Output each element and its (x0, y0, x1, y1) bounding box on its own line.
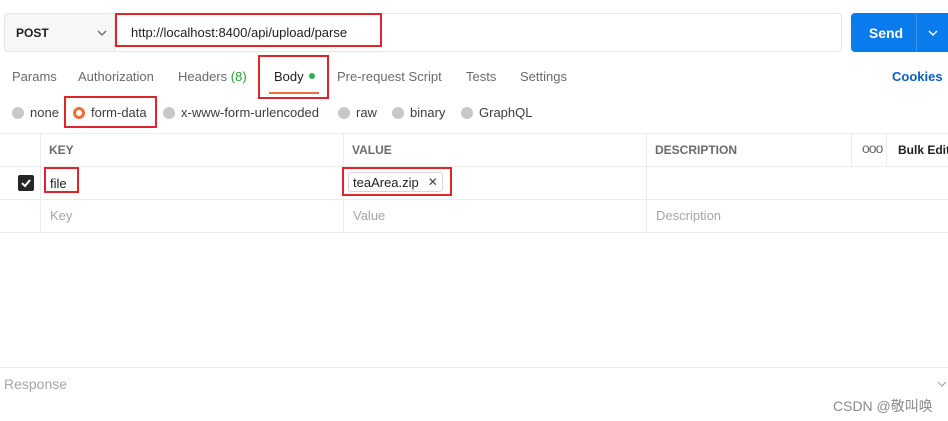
description-input[interactable]: Description (656, 208, 721, 223)
radio-icon (392, 106, 404, 119)
annotation-value-box (342, 167, 452, 196)
tab-headers[interactable]: Headers (8) (178, 69, 247, 84)
annotation-url-box (115, 13, 382, 47)
radio-raw[interactable]: raw (338, 105, 377, 120)
table-row-border (0, 199, 948, 200)
send-button[interactable]: Send (851, 13, 921, 52)
send-options-button[interactable] (916, 13, 948, 52)
radio-label: x-www-form-urlencoded (181, 105, 319, 120)
response-divider (0, 367, 948, 368)
radio-icon (163, 106, 175, 119)
radio-label: raw (356, 105, 377, 120)
method-label: POST (16, 25, 49, 40)
annotation-body-tab-box (258, 55, 329, 99)
key-input[interactable]: Key (50, 208, 72, 223)
radio-label: GraphQL (479, 105, 533, 120)
tab-params[interactable]: Params (12, 69, 57, 84)
watermark: CSDN @敬叫唤 (833, 398, 933, 414)
value-input[interactable]: Value (353, 208, 385, 223)
chevron-down-icon (97, 30, 107, 36)
radio-label: binary (410, 105, 446, 120)
bulk-edit-link[interactable]: Bulk Edit (898, 143, 948, 157)
response-panel-title[interactable]: Response (4, 376, 67, 392)
tab-authorization[interactable]: Authorization (78, 69, 154, 84)
annotation-form-data-box (64, 96, 157, 128)
method-select[interactable]: POST (4, 13, 114, 52)
tab-label: Settings (520, 69, 567, 84)
table-header-border (0, 166, 948, 167)
chevron-down-icon (927, 29, 938, 36)
headers-count: (8) (230, 69, 247, 84)
radio-label: none (30, 105, 59, 120)
column-header-key: KEY (49, 143, 74, 157)
tab-label: Params (12, 69, 57, 84)
column-header-description: DESCRIPTION (655, 143, 738, 157)
table-bottom-border (0, 232, 948, 233)
column-divider (886, 133, 887, 166)
radio-binary[interactable]: binary (392, 105, 445, 120)
tab-tests[interactable]: Tests (466, 69, 496, 84)
radio-icon (338, 106, 350, 119)
tab-pre-request-script[interactable]: Pre-request Script (337, 69, 442, 84)
chevron-down-icon[interactable] (936, 378, 948, 390)
cookies-link[interactable]: Cookies (892, 69, 943, 84)
radio-icon (461, 106, 473, 119)
tab-label: Headers (178, 69, 228, 84)
column-divider (851, 133, 852, 166)
column-divider (646, 133, 647, 232)
row-enabled-checkbox[interactable] (18, 175, 34, 191)
annotation-key-box (44, 167, 79, 193)
column-divider (40, 133, 41, 232)
radio-x-www-form-urlencoded[interactable]: x-www-form-urlencoded (163, 105, 319, 120)
tab-label: Authorization (78, 69, 154, 84)
tab-settings[interactable]: Settings (520, 69, 567, 84)
tab-label: Tests (466, 69, 497, 84)
radio-none[interactable]: none (12, 105, 59, 120)
table-top-border (0, 133, 948, 134)
radio-icon (12, 106, 24, 119)
column-header-value: VALUE (352, 143, 392, 157)
tab-label: Pre-request Script (337, 69, 442, 84)
radio-graphql[interactable]: GraphQL (461, 105, 532, 120)
checkmark-icon (21, 179, 31, 188)
more-options-icon[interactable]: ooo (862, 140, 883, 156)
